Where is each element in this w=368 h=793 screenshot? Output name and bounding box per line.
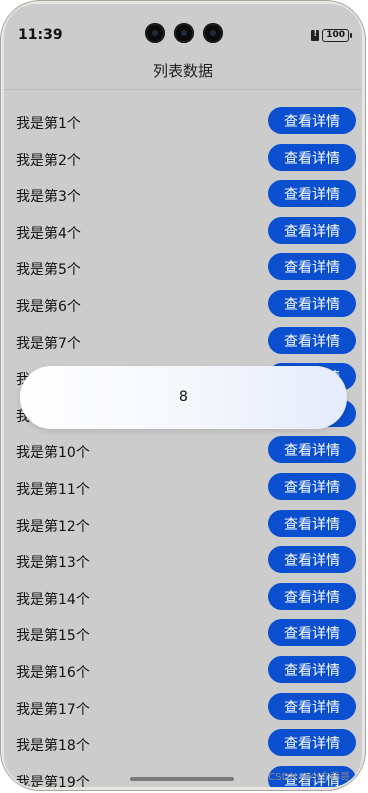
- status-icons: 100: [311, 29, 352, 42]
- item-label: 我是第5个: [16, 262, 81, 279]
- item-label: 我是第11个: [16, 481, 90, 498]
- view-details-button[interactable]: 查看详情: [268, 143, 356, 171]
- list-item: 我是第7个 查看详情: [4, 325, 362, 362]
- item-label: 我是第7个: [16, 335, 81, 352]
- list-item: 我是第5个 查看详情: [4, 251, 362, 288]
- view-details-button[interactable]: 查看详情: [268, 582, 356, 610]
- view-details-button[interactable]: 查看详情: [268, 619, 356, 647]
- camera-icon: [174, 23, 194, 43]
- view-details-button[interactable]: 查看详情: [268, 326, 356, 354]
- view-details-button[interactable]: 查看详情: [268, 472, 356, 500]
- list-item: 我是第16个 查看详情: [4, 654, 362, 691]
- list-item: 我是第3个 查看详情: [4, 178, 362, 215]
- item-label: 我是第3个: [16, 189, 81, 206]
- item-label: 我是第15个: [16, 628, 90, 645]
- list-item: 我是第13个 查看详情: [4, 544, 362, 581]
- item-label: 我是第16个: [16, 664, 90, 681]
- item-label: 我是第1个: [16, 116, 81, 132]
- list-item: 我是第4个 查看详情: [4, 215, 362, 252]
- battery-icon: 100: [322, 29, 352, 42]
- home-indicator[interactable]: [130, 777, 234, 781]
- item-label: 我是第13个: [16, 555, 90, 572]
- item-label: 我是第19个: [16, 774, 90, 787]
- view-details-button[interactable]: 查看详情: [268, 216, 356, 244]
- list-item: 我是第1个 查看详情: [4, 105, 362, 142]
- list-item: 我是第15个 查看详情: [4, 617, 362, 654]
- list-item: 我是第2个 查看详情: [4, 142, 362, 179]
- view-details-button[interactable]: 查看详情: [268, 692, 356, 720]
- view-details-button[interactable]: 查看详情: [268, 655, 356, 683]
- item-label: 我是第17个: [16, 701, 90, 718]
- sim-icon: [311, 29, 320, 41]
- list-item: 我是第12个 查看详情: [4, 508, 362, 545]
- item-label: 我是第6个: [16, 298, 81, 315]
- item-label: 我是第10个: [16, 445, 90, 462]
- status-bar: 11:39 100: [4, 4, 362, 43]
- list-item: 我是第6个 查看详情: [4, 288, 362, 325]
- view-details-button[interactable]: 查看详情: [268, 546, 356, 574]
- camera-icon: [203, 23, 223, 43]
- list-item: 我是第14个 查看详情: [4, 581, 362, 618]
- item-label: 我是第18个: [16, 738, 90, 755]
- view-details-button[interactable]: 查看详情: [268, 253, 356, 281]
- item-list[interactable]: 我是第1个 查看详情 我是第2个 查看详情 我是第3个 查看详情 我是第4个 查看详情 我是第5…: [4, 105, 362, 787]
- item-label: 我是第14个: [16, 591, 90, 608]
- phone-frame: 11:39 100 列表数据 我是第1个查看详情我是第2个查看详情我是第3个查看…: [0, 0, 366, 791]
- view-details-button[interactable]: 查看详情: [268, 107, 356, 134]
- list-item: 我是第10个 查看详情: [4, 434, 362, 471]
- status-time: 11:39: [18, 27, 63, 43]
- view-details-button[interactable]: 查看详情: [268, 289, 356, 317]
- page-title: 列表数据: [152, 62, 213, 80]
- toast-message: 8: [20, 366, 347, 429]
- view-details-button[interactable]: 查看详情: [268, 729, 356, 757]
- view-details-button[interactable]: 查看详情: [268, 509, 356, 537]
- list-item: 我是第18个 查看详情: [4, 727, 362, 764]
- list-item: 我是第11个 查看详情: [4, 471, 362, 508]
- item-label: 我是第2个: [16, 152, 81, 169]
- item-label: 我是第12个: [16, 518, 90, 535]
- list-item: 我是第17个 查看详情: [4, 691, 362, 728]
- item-label: 我是第4个: [16, 225, 81, 242]
- watermark: CSDN @小方背哥: [268, 772, 350, 783]
- camera-icon: [145, 23, 165, 43]
- view-details-button[interactable]: 查看详情: [268, 436, 356, 464]
- view-details-button[interactable]: 查看详情: [268, 180, 356, 208]
- title-divider: [4, 89, 362, 90]
- screen: 11:39 100 列表数据 我是第1个查看详情我是第2个查看详情我是第3个查看…: [4, 4, 362, 787]
